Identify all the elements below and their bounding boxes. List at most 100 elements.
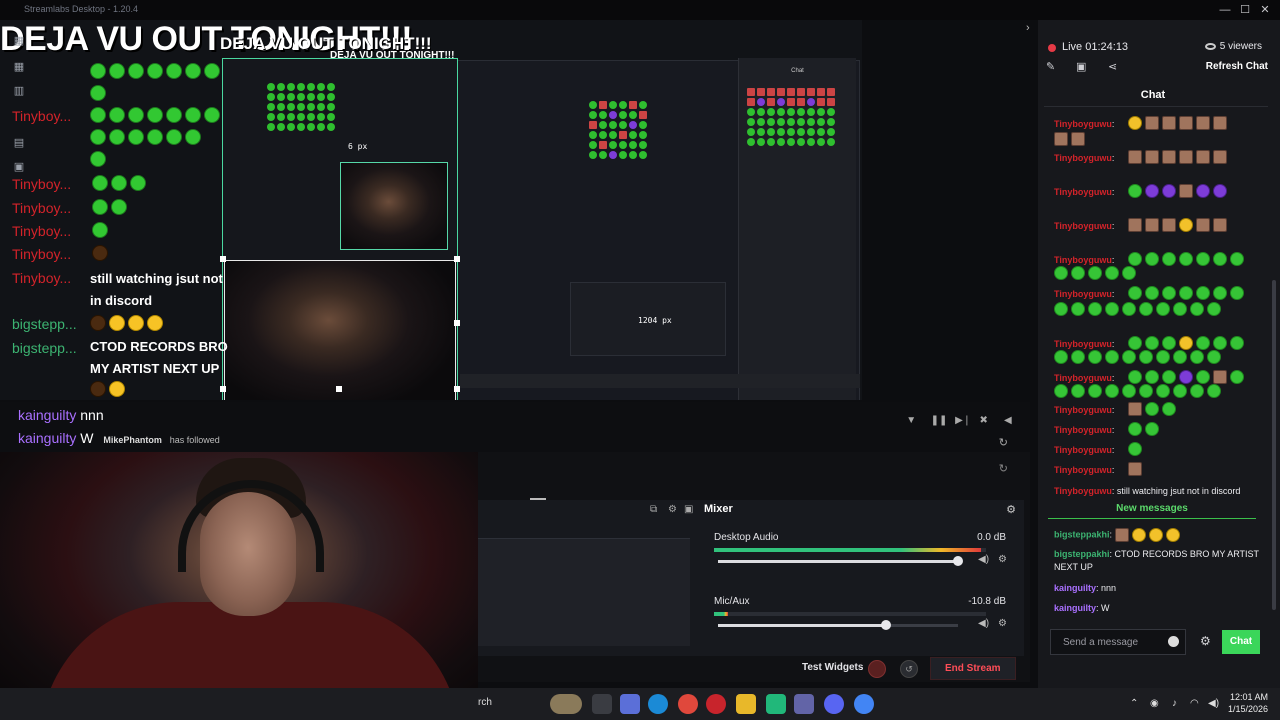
follow-text: has followed	[169, 435, 220, 445]
chat-emotes	[1054, 132, 1260, 146]
edge-icon[interactable]	[648, 694, 668, 714]
chrome-icon[interactable]	[854, 694, 874, 714]
chat-message: bigsteppakhi:	[1054, 528, 1260, 542]
stream-preview[interactable]: Chat 6 px 1204 px DEJA VU OUT TONIGHT!!!…	[0, 20, 862, 400]
store-icon[interactable]: ▤	[11, 136, 27, 152]
overlay-title-echo: DEJA VU OUT TONIGHT!!!	[330, 50, 455, 61]
chat-message: bigsteppakhi: CTOD RECORDS BRO MY ARTIST…	[1054, 549, 1259, 572]
resize-handle[interactable]	[220, 256, 226, 262]
clock-time: 12:01 AM	[1229, 692, 1268, 702]
advanced-icon[interactable]: ⚙	[668, 504, 677, 515]
widgets-icon[interactable]	[550, 694, 582, 714]
cart-icon[interactable]: ▣	[1076, 60, 1090, 74]
volume-slider[interactable]	[718, 620, 958, 630]
nested-webcam-small	[340, 162, 448, 250]
gear-icon[interactable]: ⚙	[998, 554, 1007, 565]
chat-title: Chat	[1140, 89, 1166, 101]
chevron-up-icon[interactable]: ⌃	[1130, 698, 1138, 709]
volume-slider[interactable]	[718, 556, 963, 566]
emote-row	[90, 106, 223, 124]
popout-icon[interactable]: ⧉	[650, 504, 657, 515]
close-button[interactable]: ✕	[1254, 2, 1276, 18]
pause-icon[interactable]: ❚❚	[931, 415, 948, 429]
discord-icon[interactable]	[824, 694, 844, 714]
resize-handle[interactable]	[454, 386, 460, 392]
webcam-feed	[0, 452, 478, 720]
chat-emotes	[1128, 286, 1280, 300]
network-icon[interactable]: ◉	[1150, 698, 1159, 709]
layers-icon[interactable]: ▣	[684, 504, 693, 515]
chevron-right-icon[interactable]: ›	[1026, 22, 1030, 34]
channel-name: Mic/Aux	[714, 596, 750, 607]
chat-send-button[interactable]: Chat	[1222, 630, 1260, 654]
teams-icon[interactable]	[794, 694, 814, 714]
chrome-icon[interactable]	[678, 694, 698, 714]
pencil-icon[interactable]: ✎	[1046, 60, 1060, 74]
nested-emote-grid	[589, 101, 647, 159]
send-message-input[interactable]: Send a message	[1050, 629, 1186, 655]
emote-row	[92, 174, 149, 192]
new-messages-divider	[1048, 518, 1256, 519]
file-explorer-icon[interactable]	[736, 694, 756, 714]
live-timer: Live 01:24:13	[1062, 41, 1129, 53]
channel-db: -10.8 dB	[968, 596, 1006, 607]
replay-icon[interactable]: ↺	[900, 660, 918, 678]
refresh-icon[interactable]: ↻	[999, 462, 1008, 475]
editor-icon[interactable]: ▦	[11, 34, 27, 50]
chat-emotes	[1128, 370, 1280, 384]
volume-icon[interactable]: ◀)	[1208, 698, 1219, 709]
taskbar-search[interactable]: rch	[478, 697, 492, 708]
new-messages-label[interactable]: New messages	[1048, 503, 1256, 514]
volume-icon[interactable]: ◀	[1004, 415, 1018, 429]
refresh-icon[interactable]: ↻	[999, 436, 1008, 449]
chat-emotes	[1128, 402, 1280, 416]
system-clock[interactable]: 12:01 AM 1/15/2026	[1228, 691, 1268, 715]
mixer-title: Mixer	[704, 503, 733, 515]
gear-icon[interactable]: ⚙	[998, 618, 1007, 629]
end-stream-button[interactable]: End Stream	[930, 657, 1016, 680]
refresh-chat-button[interactable]: Refresh Chat	[1206, 61, 1268, 72]
mute-icon[interactable]: ◀)	[978, 618, 989, 629]
feed-text: nnn	[80, 407, 104, 423]
grid-icon[interactable]: ▦	[11, 60, 27, 76]
resize-handle[interactable]	[220, 386, 226, 392]
copilot-icon[interactable]	[620, 694, 640, 714]
chat-emotes	[1128, 116, 1280, 130]
record-button[interactable]	[868, 660, 886, 678]
streamlabs-icon[interactable]	[766, 694, 786, 714]
layout-icon[interactable]: ▥	[11, 84, 27, 100]
emoji-icon[interactable]	[1168, 636, 1179, 647]
sources-list[interactable]	[478, 538, 690, 646]
resize-handle[interactable]	[454, 320, 460, 326]
filter-icon[interactable]: ▼	[906, 415, 920, 429]
gear-icon[interactable]: ⚙	[1200, 634, 1211, 648]
mic-icon[interactable]: ♪	[1172, 698, 1177, 709]
volume-meter	[714, 548, 986, 552]
test-widgets-button[interactable]: Test Widgets	[802, 662, 863, 673]
emote-row	[92, 244, 111, 262]
chat-emotes	[1128, 252, 1280, 266]
opera-icon[interactable]	[706, 694, 726, 714]
gear-icon[interactable]: ⚙	[1006, 503, 1016, 516]
wifi-icon[interactable]: ◠	[1190, 698, 1199, 709]
chat-emotes	[1128, 422, 1280, 436]
app-title: Streamlabs Desktop - 1.20.4	[24, 4, 139, 14]
maximize-button[interactable]: ☐	[1234, 2, 1256, 18]
minimize-button[interactable]: —	[1214, 2, 1236, 18]
apps-icon[interactable]: ▣	[11, 160, 27, 176]
chat-emotes	[1054, 350, 1260, 364]
echo-chat-text: still watching jsut not	[90, 271, 223, 286]
px-measure-label: 1204 px	[638, 316, 672, 325]
resize-handle[interactable]	[454, 256, 460, 262]
share-icon[interactable]: ⋖	[1108, 60, 1122, 74]
nested-chat-title: Chat	[791, 68, 804, 74]
clock-date: 1/15/2026	[1227, 704, 1268, 714]
task-view-icon[interactable]	[592, 694, 612, 714]
mute-icon[interactable]: ✖	[980, 415, 994, 429]
live-indicator-icon	[1048, 44, 1056, 52]
resize-handle[interactable]	[336, 386, 342, 392]
chat-scrollbar[interactable]	[1272, 280, 1276, 610]
skip-icon[interactable]: ▶❘	[955, 415, 971, 429]
mute-icon[interactable]: ◀)	[978, 554, 989, 565]
nav-rail: ▦ ▦ ▥ ▤ ▣	[0, 20, 38, 400]
